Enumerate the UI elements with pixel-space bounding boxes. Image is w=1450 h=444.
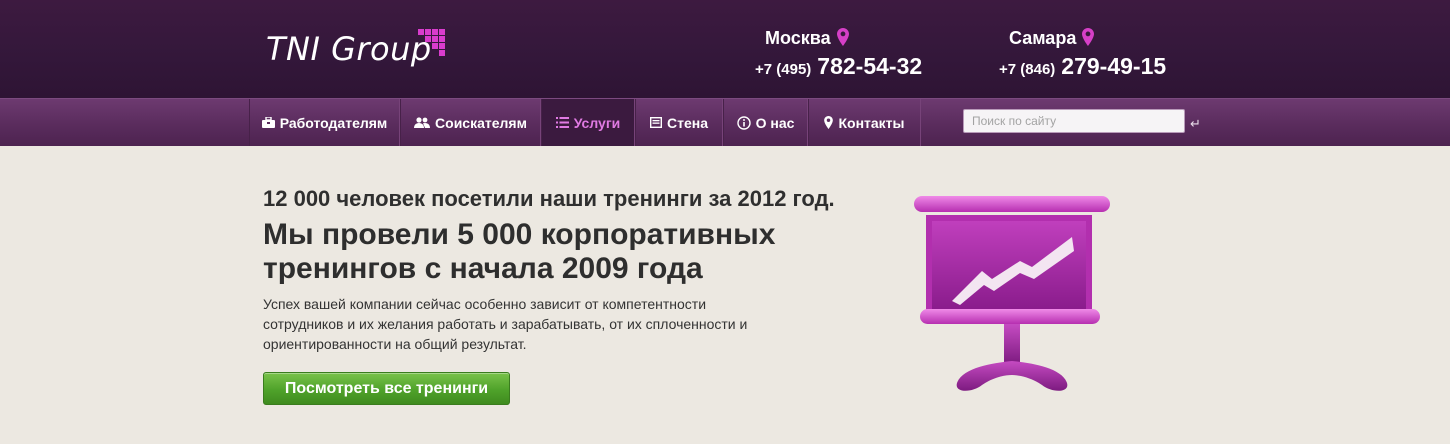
view-trainings-button[interactable]: Посмотреть все тренинги (263, 372, 510, 405)
phone-moscow[interactable]: +7 (495) 782-54-32 (755, 53, 922, 80)
search-input[interactable] (963, 109, 1185, 133)
logo[interactable]: TNI Group (266, 30, 432, 68)
nav-item-services[interactable]: Услуги (541, 99, 635, 146)
wall-icon (650, 117, 662, 128)
city-name: Самара (1009, 28, 1077, 48)
nav-label: Контакты (838, 114, 905, 131)
nav-item-seekers[interactable]: Соискателям (400, 99, 541, 146)
users-icon (414, 117, 431, 128)
map-pin-icon (1082, 28, 1095, 51)
map-pin-icon (836, 28, 849, 51)
nav-item-employers[interactable]: Работодателям (249, 99, 400, 146)
enter-icon[interactable]: ↵ (1190, 116, 1201, 132)
phone-samara[interactable]: +7 (846) 279-49-15 (999, 53, 1166, 80)
map-pin-icon (824, 116, 834, 129)
description-text: Успех вашей компании сейчас особенно зав… (263, 296, 748, 352)
list-icon (555, 117, 569, 128)
phone-number: 782-54-32 (817, 53, 923, 79)
phone-number: 279-49-15 (1061, 53, 1167, 79)
nav-label: Работодателям (279, 114, 388, 131)
city-moscow: Москва (765, 28, 849, 51)
nav-item-contacts[interactable]: Контакты (808, 99, 921, 146)
site-header: TNI Group Москва +7 (495) 782-54-32 Самар… (0, 0, 1450, 98)
nav-label: О нас (755, 114, 795, 131)
city-name: Москва (765, 28, 831, 48)
phone-code: +7 (495) (755, 61, 812, 78)
briefcase-icon (261, 117, 275, 128)
main-nav: Работодателям Соискателям Услуги Стена О… (0, 98, 1450, 146)
nav-item-about[interactable]: О нас (723, 99, 808, 146)
nav-label: Услуги (573, 114, 621, 131)
city-samara: Самара (1009, 28, 1095, 51)
nav-item-wall[interactable]: Стена (635, 99, 723, 146)
info-icon (736, 115, 751, 130)
stats-subtitle: 12 000 человек посетили наши тренинги за… (263, 186, 835, 211)
presentation-board-icon (914, 196, 1110, 391)
page-title: Мы провели 5 000 корпоративных тренингов… (263, 218, 776, 285)
nav-label: Стена (667, 114, 708, 131)
logo-squares-icon (418, 29, 445, 56)
nav-label: Соискателям (435, 114, 527, 131)
phone-code: +7 (846) (999, 61, 1056, 78)
